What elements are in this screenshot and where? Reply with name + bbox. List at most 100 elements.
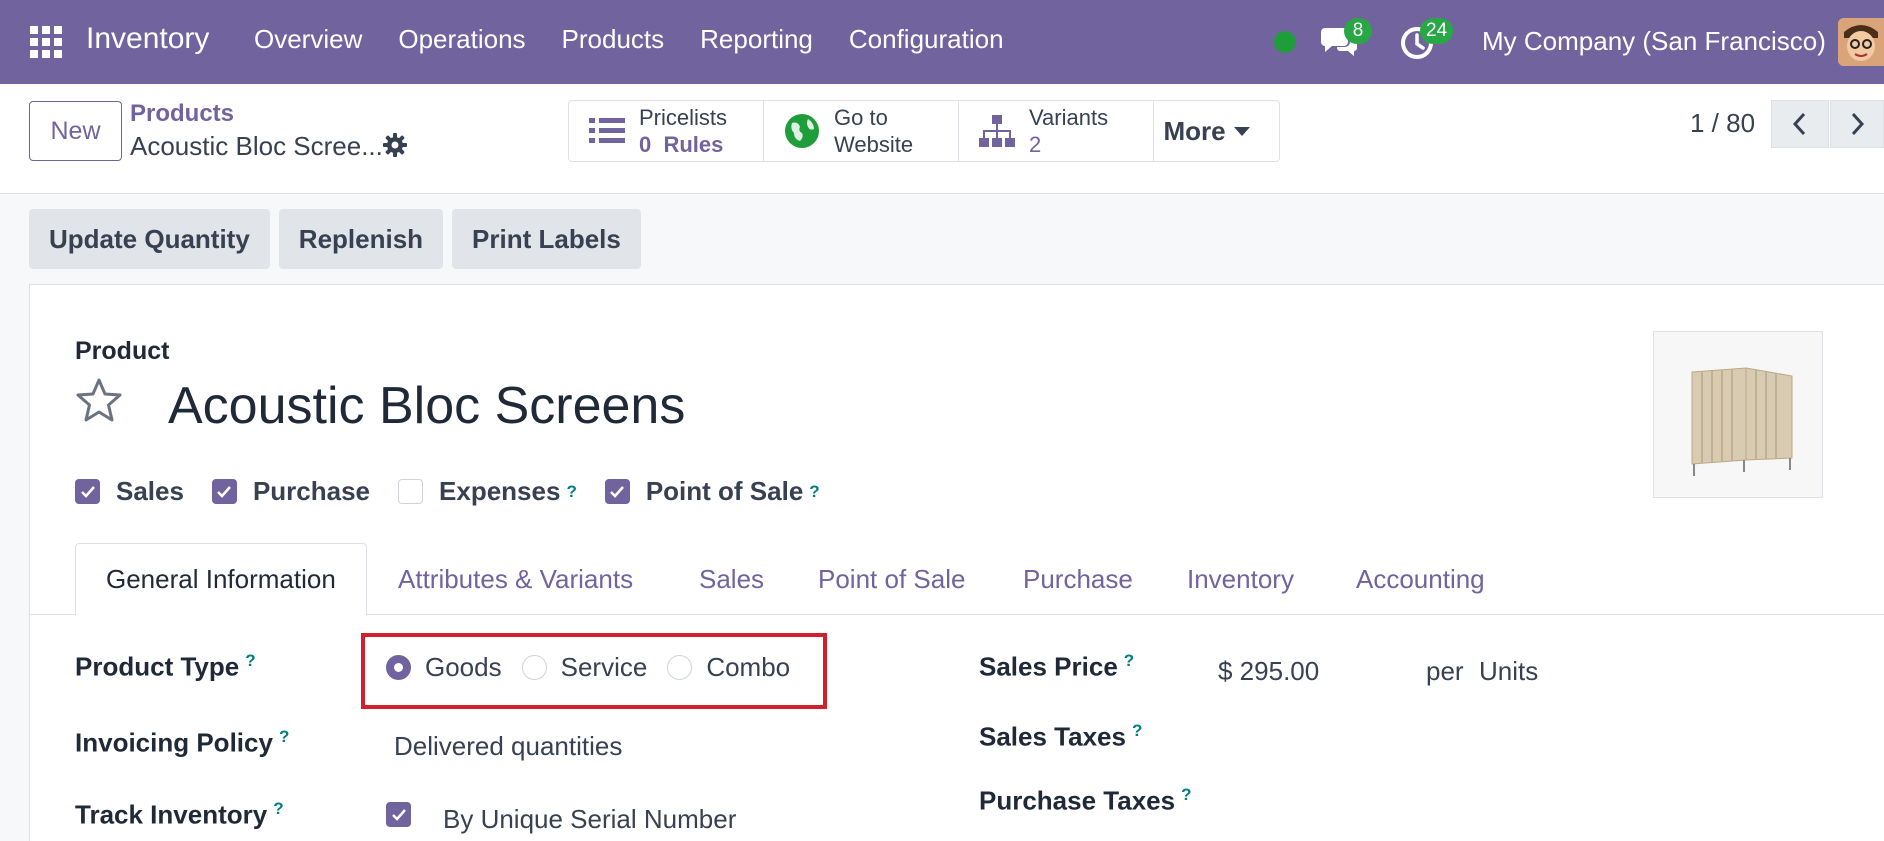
tab-inventory[interactable]: Inventory [1187, 543, 1294, 615]
print-labels-button[interactable]: Print Labels [452, 209, 641, 269]
purchase-taxes-label: Purchase Taxes? [979, 785, 1191, 817]
product-label: Product [75, 337, 170, 365]
point-of-sale-help-icon[interactable]: ? [809, 482, 819, 502]
variants-label: Variants [1029, 105, 1109, 130]
new-button[interactable]: New [29, 101, 122, 161]
pager-value[interactable]: 1 / 80 [1690, 108, 1755, 139]
track-inventory-label: Track Inventory? [75, 799, 284, 831]
sales-checkbox-label: Sales [116, 476, 184, 506]
activities-badge: 24 [1420, 18, 1454, 44]
update-quantity-button[interactable]: Update Quantity [29, 209, 270, 269]
star-icon[interactable] [74, 376, 124, 426]
chevron-right-icon [1851, 112, 1865, 136]
presence-status-icon [1274, 31, 1296, 53]
product-type-radio-group: Goods Service Combo [386, 652, 810, 683]
product-type-help-icon[interactable]: ? [245, 651, 255, 670]
replenish-button[interactable]: Replenish [278, 209, 444, 269]
main-menu: Overview Operations Products Reporting C… [254, 24, 1040, 55]
sales-price-unit[interactable]: Units [1479, 656, 1538, 687]
go-to-website-button[interactable]: Go to Website [764, 101, 959, 161]
invoicing-policy-field[interactable]: Delivered quantities [394, 731, 622, 762]
product-name-field[interactable]: Acoustic Bloc Screens [168, 376, 685, 436]
check-icon [610, 485, 625, 498]
product-type-goods-label[interactable]: Goods [425, 652, 502, 683]
control-panel: New Products Acoustic Bloc Scree... Pric… [0, 84, 1884, 194]
tab-attributes-variants[interactable]: Attributes & Variants [398, 543, 633, 615]
menu-operations[interactable]: Operations [398, 24, 525, 55]
product-type-goods-radio[interactable] [386, 655, 411, 680]
product-flags: Sales Purchase Expenses ? Point of Sale … [75, 476, 848, 507]
sales-price-field[interactable]: $ 295.00 [1218, 656, 1319, 687]
track-inventory-label-text: Track Inventory [75, 799, 268, 830]
product-type-service-radio[interactable] [521, 655, 547, 680]
tab-general-information[interactable]: General Information [75, 543, 367, 616]
tab-accounting[interactable]: Accounting [1356, 543, 1485, 615]
product-type-combo-radio[interactable] [667, 655, 693, 680]
product-image[interactable] [1653, 331, 1823, 498]
user-avatar[interactable] [1838, 18, 1884, 66]
menu-configuration[interactable]: Configuration [849, 24, 1004, 55]
purchase-checkbox-label: Purchase [252, 476, 371, 506]
apps-grid-icon[interactable] [30, 26, 64, 58]
purchase-checkbox[interactable] [211, 479, 237, 504]
sales-price-help-icon[interactable]: ? [1124, 651, 1134, 670]
point-of-sale-checkbox-item[interactable]: Point of Sale ? [604, 476, 820, 507]
tracking-method-field[interactable]: By Unique Serial Number [443, 804, 736, 835]
invoicing-policy-help-icon[interactable]: ? [279, 727, 289, 746]
pricelists-label: Pricelists [639, 105, 728, 130]
website-line2: Website [834, 132, 914, 157]
sitemap-icon [977, 111, 1017, 151]
pricelists-count: 0 [639, 132, 652, 157]
product-type-label: Product Type? [75, 651, 256, 683]
breadcrumb-current: Acoustic Bloc Scree... [130, 131, 383, 161]
sales-price-label: Sales Price? [979, 651, 1134, 683]
tab-point-of-sale[interactable]: Point of Sale [818, 543, 965, 615]
sales-taxes-help-icon[interactable]: ? [1132, 721, 1142, 740]
top-navbar: Inventory Overview Operations Products R… [0, 0, 1884, 84]
pager-next-button[interactable] [1830, 100, 1884, 148]
menu-reporting[interactable]: Reporting [700, 24, 813, 55]
expenses-checkbox-item[interactable]: Expenses ? [398, 476, 577, 507]
expenses-checkbox[interactable] [398, 479, 424, 504]
point-of-sale-checkbox-label: Point of Sale [645, 476, 804, 506]
sales-taxes-label: Sales Taxes? [979, 721, 1142, 753]
track-inventory-help-icon[interactable]: ? [273, 799, 283, 818]
pricelists-unit: Rules [663, 132, 724, 157]
product-type-service-label[interactable]: Service [561, 652, 648, 683]
purchase-taxes-label-text: Purchase Taxes [979, 785, 1176, 816]
company-switcher[interactable]: My Company (San Francisco) [1482, 26, 1826, 57]
gear-icon[interactable] [382, 132, 408, 158]
point-of-sale-checkbox[interactable] [604, 479, 630, 504]
menu-products[interactable]: Products [562, 24, 665, 55]
caret-down-icon [1233, 126, 1250, 136]
tab-sales[interactable]: Sales [699, 543, 764, 615]
app-name[interactable]: Inventory [86, 22, 209, 56]
sales-checkbox-item[interactable]: Sales [75, 476, 184, 507]
check-icon [80, 485, 95, 498]
sales-price-per: per [1426, 656, 1464, 686]
variants-button[interactable]: Variants 2 [959, 101, 1154, 161]
messages-badge: 8 [1344, 18, 1372, 44]
form-tabs: General Information Attributes & Variant… [29, 543, 1884, 616]
invoicing-policy-label-text: Invoicing Policy [75, 727, 273, 758]
sales-taxes-label-text: Sales Taxes [979, 721, 1126, 752]
product-type-combo-label[interactable]: Combo [706, 652, 790, 683]
more-dropdown[interactable]: More [1154, 101, 1279, 161]
smart-buttons: Pricelists 0 Rules Go to Website Variant… [568, 100, 1280, 162]
variants-count: 2 [1029, 132, 1042, 157]
more-label: More [1163, 115, 1226, 146]
tab-purchase[interactable]: Purchase [1023, 543, 1133, 615]
purchase-checkbox-item[interactable]: Purchase [211, 476, 371, 507]
website-line1: Go to [834, 105, 888, 130]
expenses-help-icon[interactable]: ? [566, 482, 576, 502]
menu-overview[interactable]: Overview [254, 24, 362, 55]
pager-previous-button[interactable] [1771, 100, 1829, 148]
form-action-buttons: Update Quantity Replenish Print Labels [29, 209, 650, 269]
purchase-taxes-help-icon[interactable]: ? [1181, 785, 1191, 804]
breadcrumb-parent[interactable]: Products [130, 100, 234, 128]
globe-icon [782, 111, 822, 151]
sales-checkbox[interactable] [75, 479, 100, 504]
track-inventory-checkbox[interactable] [386, 802, 411, 827]
pricelists-button[interactable]: Pricelists 0 Rules [569, 101, 764, 161]
sales-price-label-text: Sales Price [979, 651, 1118, 682]
